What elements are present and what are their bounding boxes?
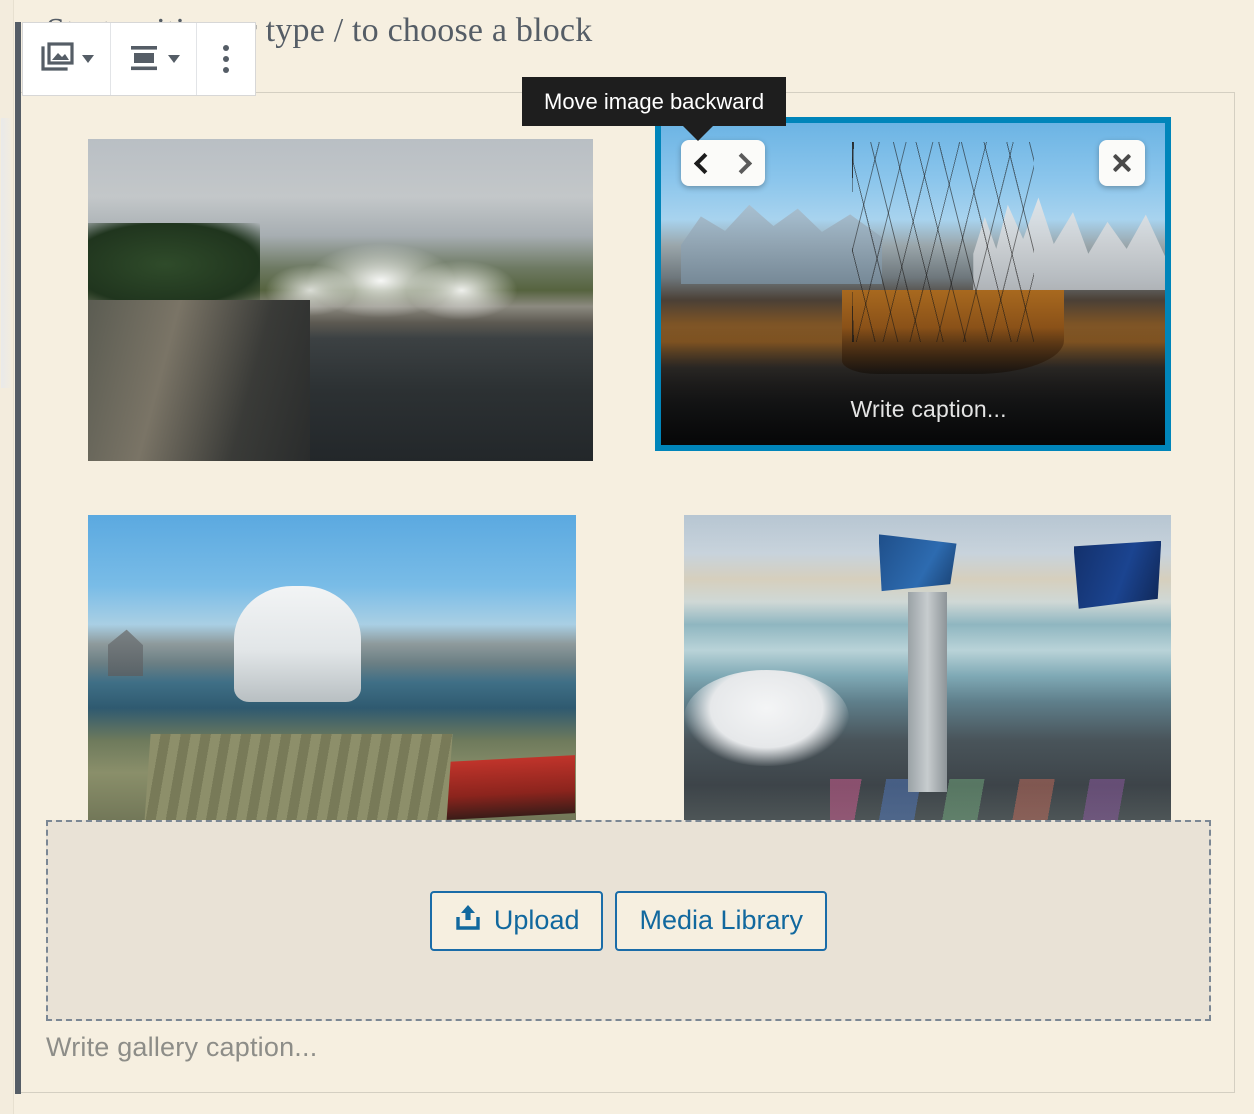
block-toolbar (22, 22, 256, 96)
gallery-image (88, 515, 576, 837)
gallery-item-tall-ship-darling-harbour[interactable]: Write caption... (654, 117, 1171, 451)
move-image-backward-button[interactable] (681, 140, 723, 186)
gallery-icon (39, 41, 75, 77)
media-library-button[interactable]: Media Library (615, 890, 828, 951)
gallery-item-sydney-opera-house[interactable] (88, 139, 593, 461)
block-type-switcher-button[interactable] (23, 23, 110, 95)
chevron-left-icon (693, 152, 715, 174)
move-image-forward-button[interactable] (723, 140, 765, 186)
alignment-group (111, 23, 197, 95)
align-center-icon (127, 43, 161, 76)
gallery-dropzone[interactable]: Upload Media Library (46, 820, 1211, 1021)
gallery-caption-placeholder: Write gallery caption... (46, 1032, 318, 1062)
tooltip-move-image-backward: Move image backward (522, 77, 787, 142)
block-editor-canvas: Start writing or type / to choose a bloc… (0, 0, 1254, 1114)
upload-button-label: Upload (493, 905, 580, 935)
ferry-detail (390, 754, 576, 823)
gallery-item-cruise-ship-circular-quay[interactable] (88, 515, 576, 837)
more-options-group (197, 23, 255, 95)
editor-left-chrome-shadow (1, 118, 11, 388)
align-button[interactable] (111, 23, 196, 95)
gallery-row-1: Write caption... (48, 117, 1211, 477)
block-type-group (23, 23, 111, 95)
gallery-image (683, 515, 1171, 837)
image-mover-controls (680, 140, 765, 186)
chevron-down-icon (168, 55, 180, 63)
media-library-button-label: Media Library (639, 905, 804, 935)
upload-button[interactable]: Upload (429, 890, 604, 951)
tooltip-label: Move image backward (544, 89, 765, 114)
skyline-detail (973, 197, 1165, 291)
harbour-bridge-detail (107, 629, 143, 676)
blue-flag-detail (878, 534, 957, 592)
australian-flag-detail (1073, 540, 1162, 609)
gallery-grid: Write caption... (48, 117, 1211, 875)
chevron-down-icon (82, 55, 94, 63)
image-caption-field[interactable]: Write caption... (660, 327, 1165, 445)
gallery-caption-field[interactable]: Write gallery caption... (46, 1032, 317, 1063)
three-dots-vertical-icon (223, 45, 229, 73)
chevron-right-icon (730, 152, 752, 174)
more-options-button[interactable] (197, 23, 255, 95)
upload-icon (454, 903, 482, 938)
image-caption-placeholder: Write caption... (850, 396, 1007, 422)
gallery-image (88, 139, 593, 461)
gallery-row-2 (48, 499, 1211, 853)
remove-image-button[interactable] (1099, 140, 1145, 186)
gallery-item-bondi-icebergs-pool[interactable] (683, 515, 1171, 837)
close-icon (1111, 152, 1133, 174)
